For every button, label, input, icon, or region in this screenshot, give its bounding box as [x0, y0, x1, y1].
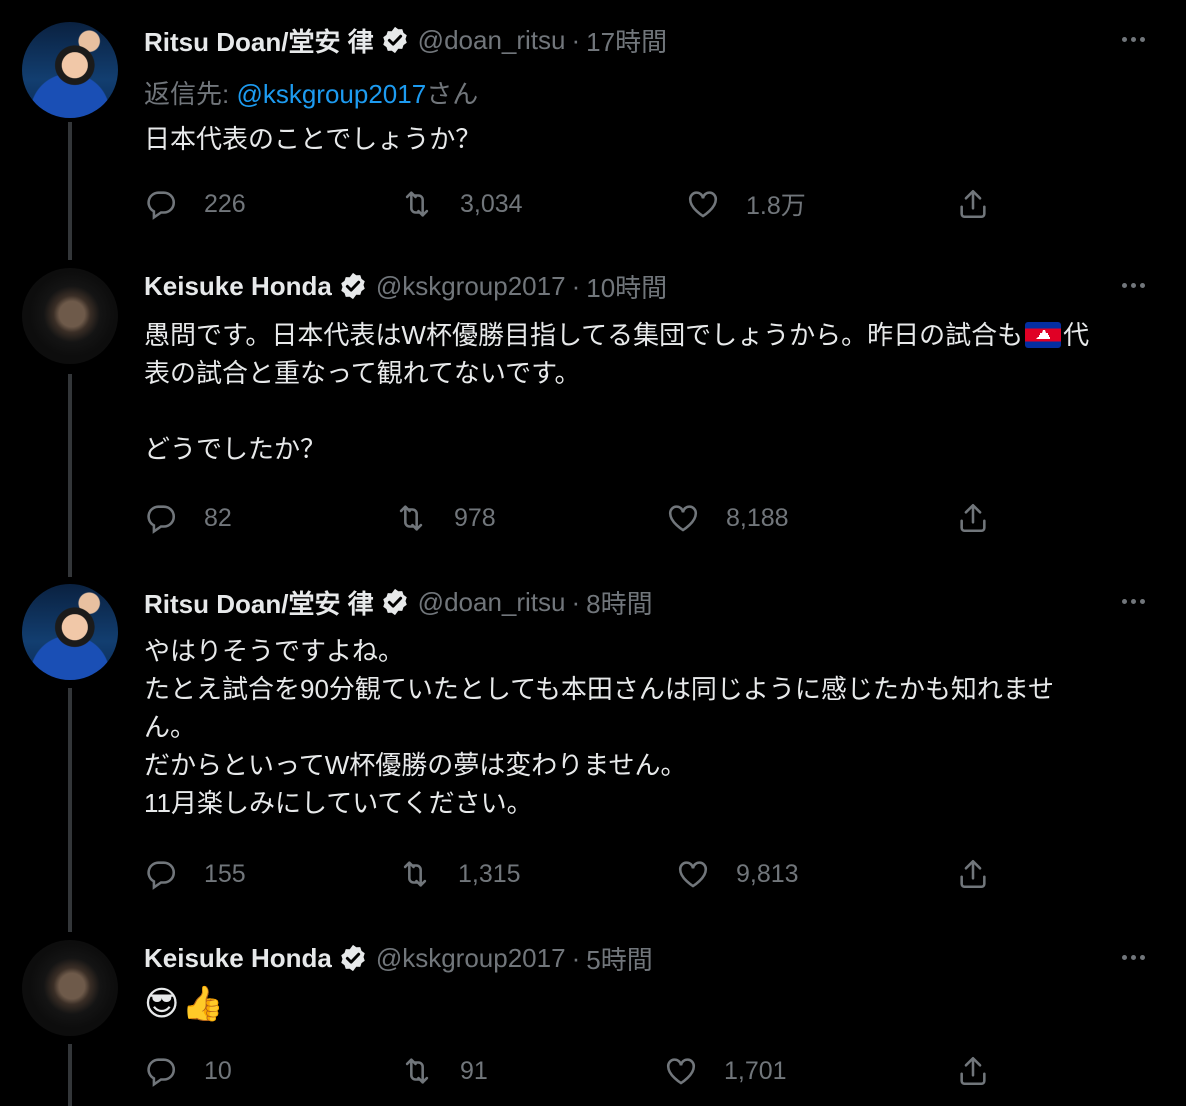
retweet-button[interactable]: 978 [394, 498, 496, 538]
share-icon [960, 503, 986, 533]
action-bar: 155 1,315 9,813 [144, 854, 1004, 894]
retweet-icon [403, 861, 427, 887]
reply-count: 226 [204, 189, 246, 218]
retweet-button[interactable]: 3,034 [400, 184, 523, 224]
share-icon [960, 1056, 986, 1086]
verified-badge-icon [382, 588, 407, 616]
author-name[interactable]: Ritsu Doan/堂安 律 [144, 584, 374, 621]
reply-icon [147, 505, 176, 534]
separator-dot: · [571, 24, 581, 55]
more-icon[interactable] [1116, 24, 1150, 54]
share-button[interactable] [956, 854, 1016, 894]
author-handle[interactable]: @kskgroup2017 [376, 943, 566, 974]
reply-button[interactable]: 226 [144, 184, 246, 224]
tweet[interactable]: Keisuke Honda @kskgroup2017 · 5時間 😎 👍 10… [0, 940, 1186, 1100]
tweet-text: 日本代表のことでしょうか？ [144, 124, 482, 154]
retweet-count: 1,315 [458, 859, 521, 888]
reply-icon [147, 1058, 176, 1087]
like-icon [678, 861, 708, 888]
like-count: 1,701 [724, 1056, 787, 1085]
action-bar: 82 978 8,188 [144, 498, 1004, 538]
sunglasses-emoji: 😎 [144, 985, 180, 1023]
action-bar: 10 91 1,701 [144, 1051, 1004, 1091]
like-count: 9,813 [736, 859, 799, 888]
retweet-icon [405, 191, 429, 217]
reply-mention-link[interactable]: @kskgroup2017 [236, 79, 426, 109]
like-count: 8,188 [726, 503, 789, 532]
like-button[interactable]: 1.8万 [686, 184, 806, 224]
avatar[interactable] [22, 22, 118, 118]
avatar[interactable] [22, 268, 118, 364]
more-icon[interactable] [1116, 270, 1150, 300]
tweet-text-part: 愚問です。日本代表はW杯優勝目指してる集団でしょうから。昨日の試合も [144, 320, 1024, 350]
like-icon [666, 1058, 696, 1085]
action-bar: 226 3,034 1.8万 [144, 184, 1004, 224]
reply-button[interactable]: 155 [144, 854, 246, 894]
tweet-header: Keisuke Honda @kskgroup2017 · 10時間 [144, 268, 667, 304]
cambodia-flag-icon [1025, 322, 1062, 348]
retweet-count: 3,034 [460, 189, 523, 218]
author-name[interactable]: Keisuke Honda [144, 271, 332, 302]
tweet-header: Ritsu Doan/堂安 律 @doan_ritsu · 17時間 [144, 22, 667, 58]
like-icon [668, 505, 698, 532]
reply-prefix: 返信先: [144, 79, 237, 109]
avatar[interactable] [22, 584, 118, 680]
author-name[interactable]: Keisuke Honda [144, 943, 332, 974]
tweet[interactable]: Ritsu Doan/堂安 律 @doan_ritsu · 8時間 やはりそうで… [0, 584, 1186, 904]
tweet-text: 愚問です。日本代表はW杯優勝目指してる集団でしょうから。昨日の試合も代 表の試合… [144, 316, 1164, 468]
timestamp[interactable]: 5時間 [586, 940, 652, 977]
thumbs-up-emoji: 👍 [181, 985, 224, 1023]
tweet-header: Keisuke Honda @kskgroup2017 · 5時間 [144, 940, 653, 976]
separator-dot: · [571, 942, 581, 973]
author-name[interactable]: Ritsu Doan/堂安 律 [144, 22, 374, 59]
verified-badge-icon [341, 272, 365, 300]
share-icon [960, 859, 986, 889]
share-button[interactable] [956, 1051, 1016, 1091]
timestamp[interactable]: 10時間 [586, 268, 667, 305]
author-handle[interactable]: @doan_ritsu [418, 587, 566, 618]
tweet-text: やはりそうですよね。 たとえ試合を90分観ていたとしても本田さんは同じように感じ… [144, 636, 1055, 818]
share-icon [960, 189, 986, 219]
reply-icon [147, 191, 176, 220]
reply-button[interactable]: 10 [144, 1051, 232, 1091]
retweet-button[interactable]: 91 [400, 1051, 488, 1091]
like-icon [688, 191, 718, 218]
tweet[interactable]: Ritsu Doan/堂安 律 @doan_ritsu · 17時間 返信先: … [0, 22, 1186, 232]
reply-suffix: さん [426, 79, 479, 109]
share-button[interactable] [956, 498, 1016, 538]
separator-dot: · [571, 270, 581, 301]
tweet-emoji: 😎 👍 [144, 984, 224, 1024]
separator-dot: · [571, 586, 581, 617]
author-handle[interactable]: @kskgroup2017 [376, 271, 566, 302]
verified-badge-icon [382, 26, 407, 54]
tweet-header: Ritsu Doan/堂安 律 @doan_ritsu · 8時間 [144, 584, 653, 620]
timestamp[interactable]: 17時間 [586, 22, 667, 59]
more-icon[interactable] [1116, 586, 1150, 616]
verified-badge-icon [341, 944, 365, 972]
reply-count: 82 [204, 503, 232, 532]
more-icon[interactable] [1116, 942, 1150, 972]
like-button[interactable]: 9,813 [676, 854, 799, 894]
retweet-count: 91 [460, 1056, 488, 1085]
retweet-button[interactable]: 1,315 [398, 854, 521, 894]
avatar[interactable] [22, 940, 118, 1036]
reply-count: 10 [204, 1056, 232, 1085]
reply-count: 155 [204, 859, 246, 888]
timestamp[interactable]: 8時間 [586, 584, 652, 621]
author-handle[interactable]: @doan_ritsu [418, 25, 566, 56]
like-count: 1.8万 [746, 192, 806, 220]
reply-button[interactable]: 82 [144, 498, 232, 538]
like-button[interactable]: 8,188 [666, 498, 789, 538]
share-button[interactable] [956, 184, 1016, 224]
tweet[interactable]: Keisuke Honda @kskgroup2017 · 10時間 愚問です。… [0, 268, 1186, 550]
reply-to: 返信先: @kskgroup2017さん [144, 74, 478, 111]
retweet-icon [399, 505, 423, 531]
reply-icon [147, 861, 176, 890]
retweet-count: 978 [454, 503, 496, 532]
retweet-icon [405, 1058, 429, 1084]
like-button[interactable]: 1,701 [664, 1051, 787, 1091]
